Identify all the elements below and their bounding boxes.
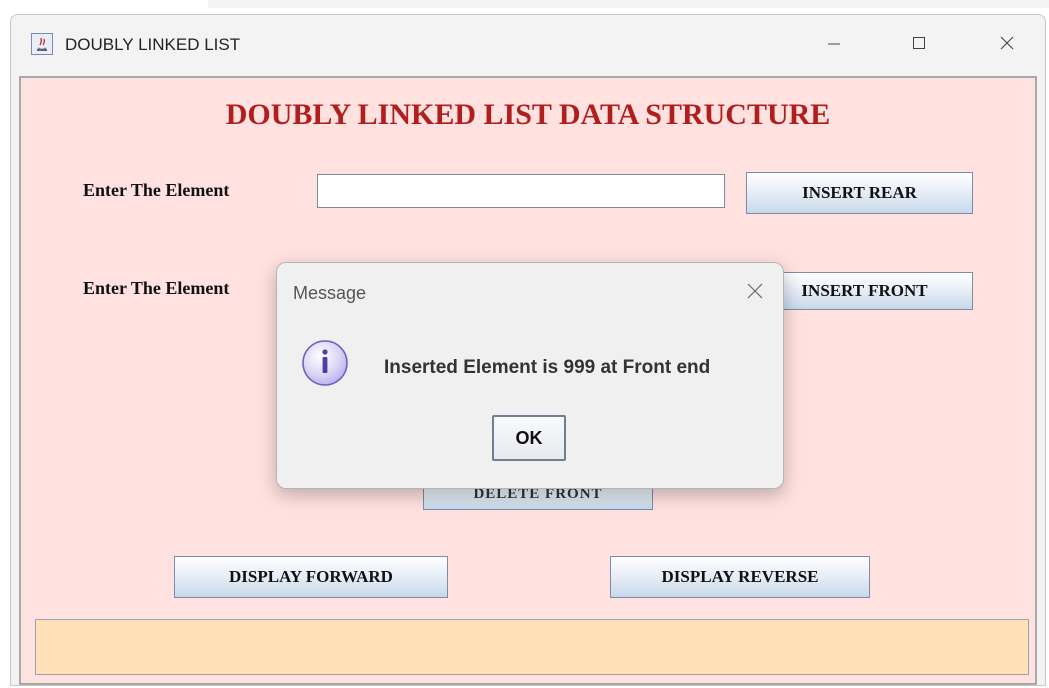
ok-button[interactable]: OK (492, 415, 566, 461)
title-bar[interactable]: DOUBLY LINKED LIST (11, 15, 1045, 75)
element-label-rear: Enter The Element (83, 180, 230, 200)
minimize-icon (828, 43, 840, 45)
close-button[interactable] (984, 23, 1030, 63)
message-dialog: Message Inserted Element is 999 at Front… (276, 262, 784, 489)
java-icon (31, 33, 53, 55)
background-window-strip (208, 0, 1049, 8)
display-reverse-button[interactable]: DISPLAY REVERSE (610, 556, 870, 598)
output-field[interactable] (35, 619, 1029, 675)
display-forward-button[interactable]: DISPLAY FORWARD (174, 556, 448, 598)
info-icon (299, 337, 351, 394)
close-icon (747, 283, 763, 299)
window-title: DOUBLY LINKED LIST (65, 35, 241, 54)
dialog-close-button[interactable] (743, 279, 767, 303)
element-label-front: Enter The Element (83, 278, 230, 298)
minimize-button[interactable] (811, 23, 857, 63)
insert-front-button[interactable]: INSERT FRONT (756, 272, 973, 310)
page-title: DOUBLY LINKED LIST DATA STRUCTURE (225, 98, 831, 131)
dialog-message: Inserted Element is 999 at Front end (384, 357, 711, 378)
insert-rear-button[interactable]: INSERT REAR (746, 172, 973, 214)
dialog-title: Message (293, 283, 367, 303)
close-icon (1000, 36, 1014, 50)
maximize-icon (913, 37, 925, 49)
maximize-button[interactable] (896, 23, 942, 63)
element-input-rear[interactable] (317, 174, 725, 208)
